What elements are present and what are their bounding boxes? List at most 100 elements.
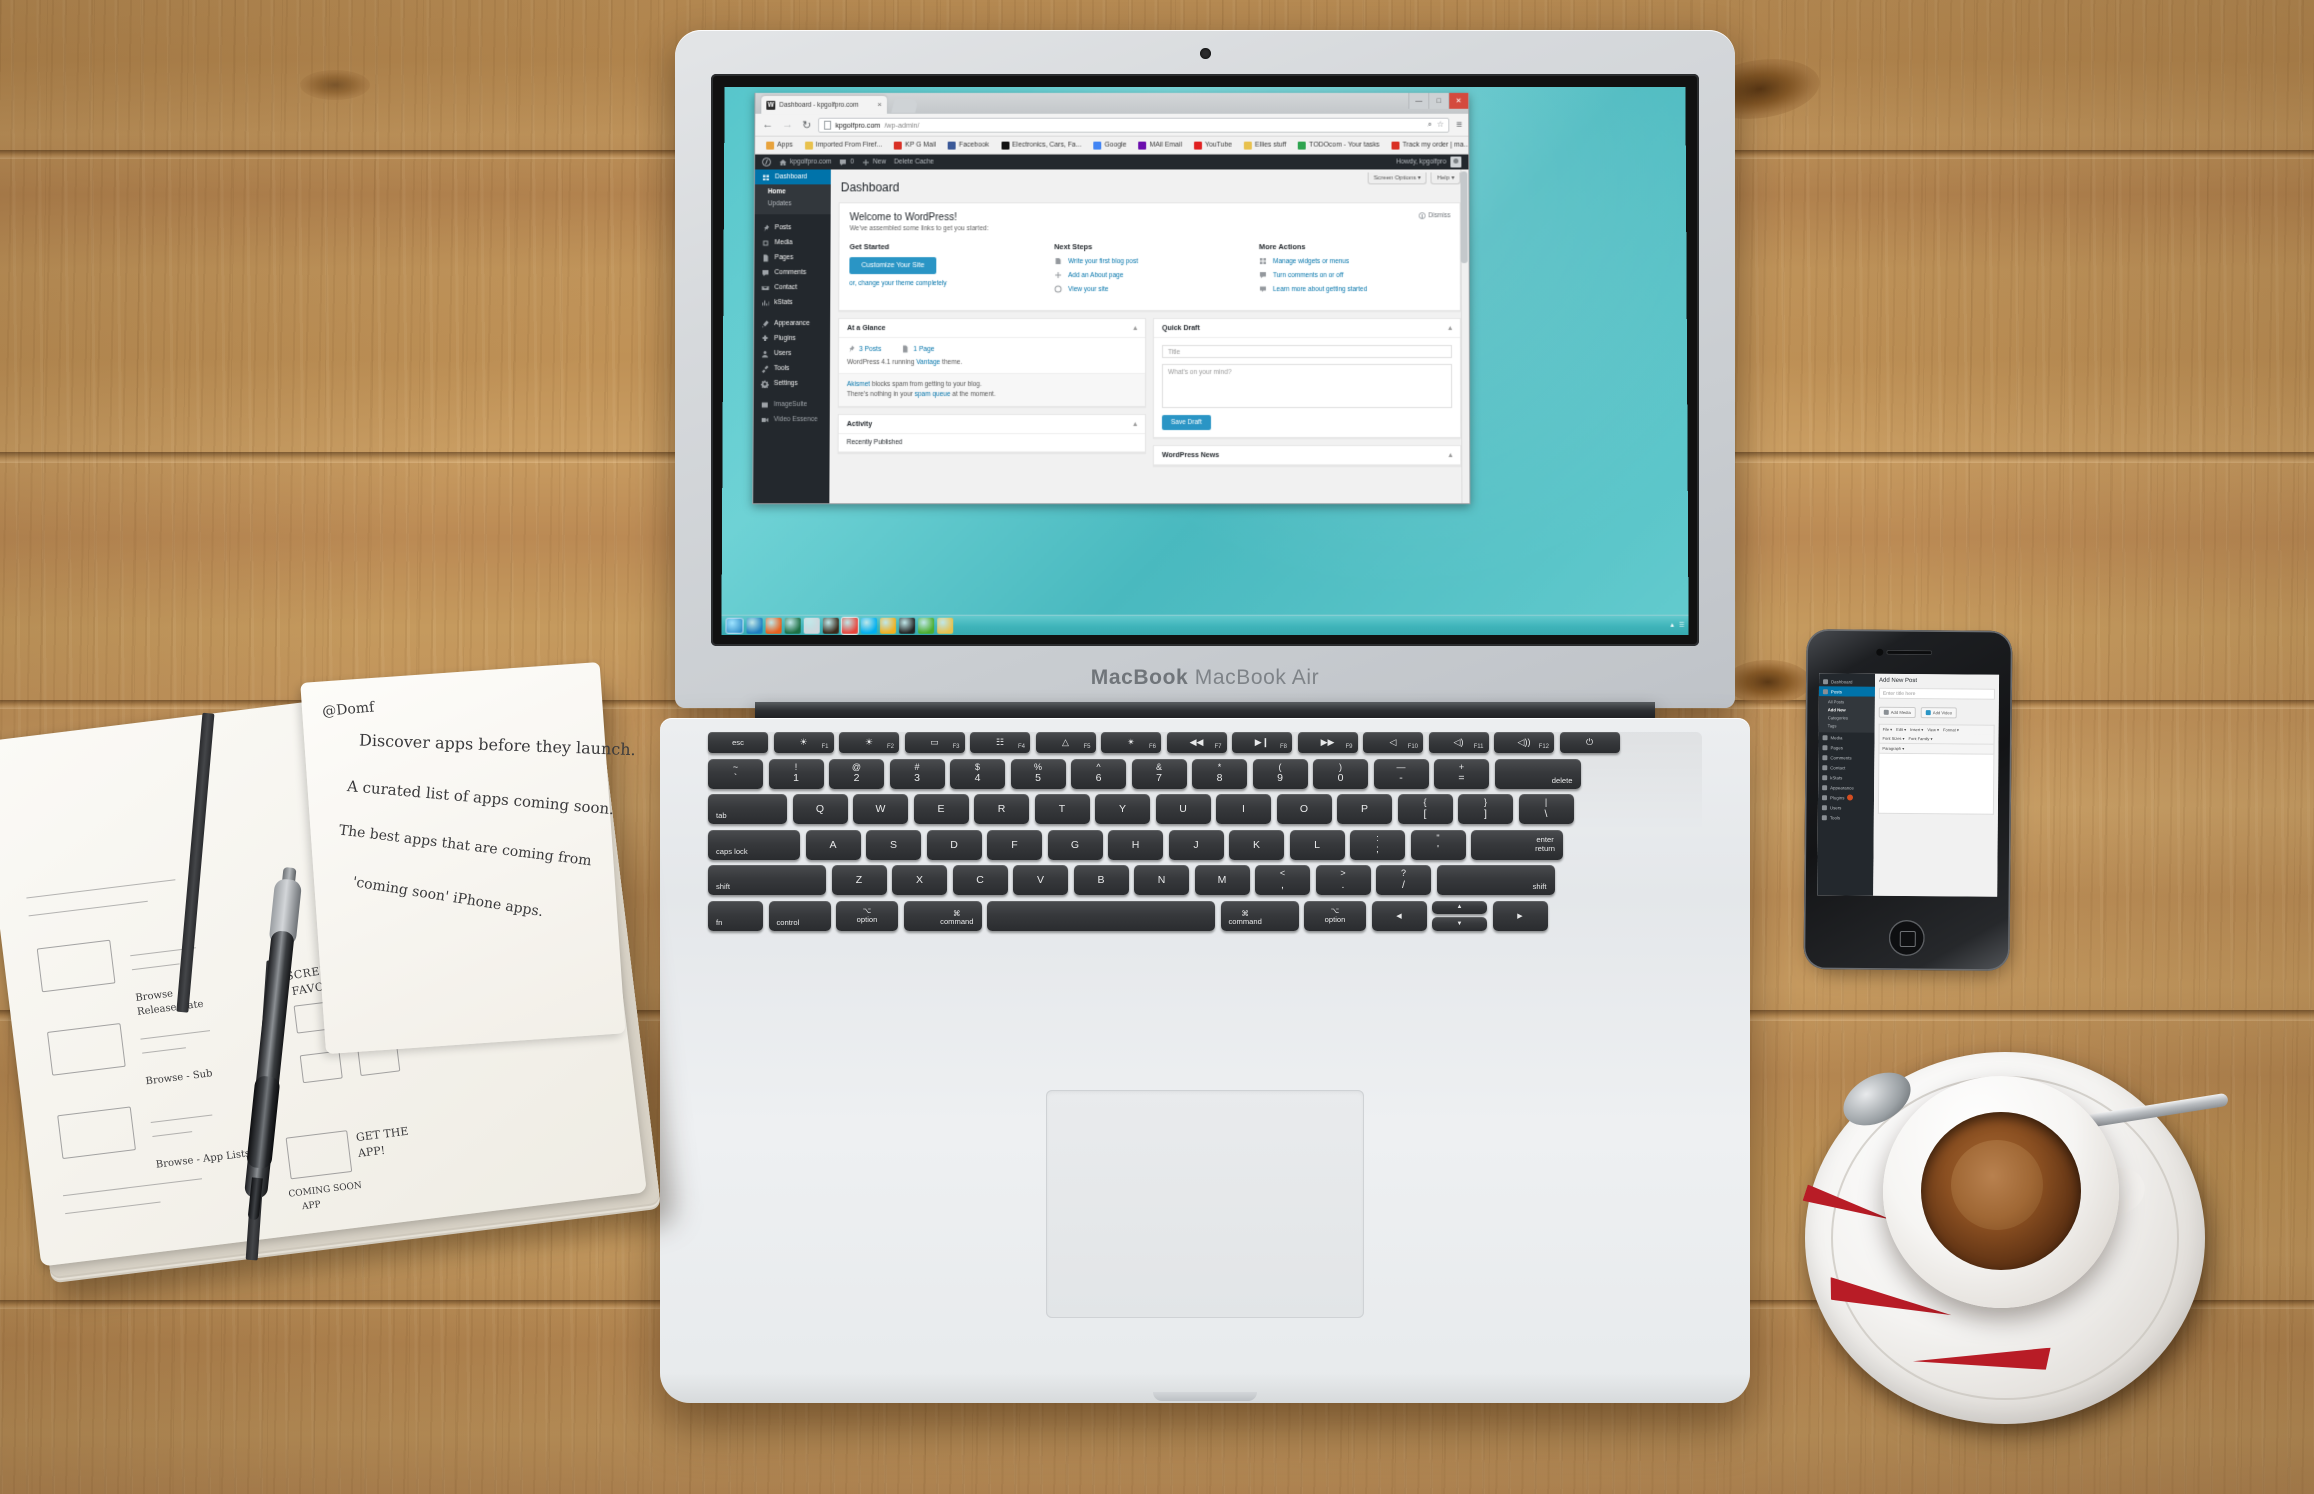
key-/[interactable]: ? / bbox=[1376, 865, 1431, 895]
key-esc[interactable]: esc bbox=[708, 732, 768, 753]
sidebar-item-users[interactable]: Users bbox=[754, 346, 830, 361]
folder-icon[interactable] bbox=[937, 617, 954, 634]
bookmark-item[interactable]: Google bbox=[1088, 141, 1133, 150]
key-arrow-right[interactable]: ▶ bbox=[1492, 900, 1548, 931]
key-M[interactable]: M bbox=[1194, 865, 1250, 895]
collapse-toggle-icon[interactable]: ▴ bbox=[1134, 324, 1138, 332]
comments-count[interactable]: 0 bbox=[839, 158, 854, 166]
bookmark-item[interactable]: Facebook bbox=[942, 141, 995, 150]
key-enter[interactable]: enter return bbox=[1471, 829, 1563, 860]
pages-count-link[interactable]: 1 Page bbox=[901, 345, 935, 353]
key-D[interactable]: D bbox=[926, 829, 982, 860]
key-4[interactable]: $4 bbox=[950, 758, 1005, 789]
reload-icon[interactable]: ↻ bbox=[802, 118, 811, 131]
key-H[interactable]: H bbox=[1108, 829, 1163, 860]
avatar[interactable] bbox=[1450, 156, 1462, 168]
sidebar-item-plugins[interactable]: Plugins bbox=[754, 331, 830, 346]
phone-menu-pages[interactable]: Pages bbox=[1818, 742, 1874, 752]
phone-menu-plugins[interactable]: Plugins bbox=[1818, 792, 1874, 802]
key-F3[interactable]: ▭ F3 bbox=[904, 732, 965, 753]
key-F9[interactable]: ▶▶ F9 bbox=[1297, 732, 1358, 753]
key-option-left[interactable]: ⌥ option bbox=[836, 900, 898, 931]
next-step-write-your-first-blog-post[interactable]: Write your first blog post bbox=[1054, 257, 1245, 265]
key-S[interactable]: S bbox=[866, 829, 921, 860]
customize-your-site-button[interactable]: Customize Your Site bbox=[849, 257, 937, 275]
key-F1[interactable]: ☀ F1 bbox=[773, 732, 834, 753]
bookmark-item[interactable]: KP G Mail bbox=[888, 141, 942, 150]
address-bar[interactable]: kpgolfpro.com /wp-admin/ ⌕ ☆ bbox=[818, 117, 1450, 133]
bird-icon[interactable] bbox=[822, 617, 839, 634]
key-F4[interactable]: ☷ F4 bbox=[970, 732, 1030, 753]
bookmark-item[interactable]: Electronics, Cars, Fa... bbox=[995, 141, 1087, 150]
home-button[interactable] bbox=[1888, 919, 1925, 957]
key-T[interactable]: T bbox=[1034, 794, 1090, 824]
network-icon[interactable]: ☰ bbox=[1679, 622, 1684, 629]
bookmark-item[interactable]: Track my order | ma... bbox=[1386, 141, 1468, 150]
key-N[interactable]: N bbox=[1134, 865, 1189, 895]
key-command-left[interactable]: ⌘ command bbox=[903, 900, 982, 931]
key-.[interactable]: >. bbox=[1315, 865, 1371, 895]
key-V[interactable]: V bbox=[1013, 865, 1068, 895]
tray-arrow-icon[interactable]: ▲ bbox=[1669, 622, 1675, 628]
editor-menu-insert[interactable]: Insert ▾ bbox=[1910, 727, 1923, 732]
editor-format-paragraph[interactable]: Paragraph ▾ bbox=[1882, 746, 1904, 751]
sidebar-item-media[interactable]: Media bbox=[755, 235, 831, 250]
editor-menu-edit[interactable]: Edit ▾ bbox=[1896, 727, 1906, 732]
key-F5[interactable]: △ F5 bbox=[1035, 732, 1096, 753]
paint-icon[interactable] bbox=[803, 617, 820, 634]
sidebar-item-video-essence[interactable]: Video Essence bbox=[754, 412, 830, 427]
admin-bar-account[interactable]: Howdy, kpgolfpro bbox=[1396, 156, 1462, 168]
utorrent-icon[interactable] bbox=[918, 617, 935, 634]
key-'[interactable]: " ' bbox=[1410, 829, 1466, 860]
sidebar-item-comments[interactable]: Comments bbox=[754, 265, 830, 280]
phone-title-input[interactable]: Enter title here bbox=[1878, 687, 1995, 700]
key-P[interactable]: P bbox=[1337, 794, 1392, 824]
key-9[interactable]: (9 bbox=[1252, 758, 1308, 789]
theme-link[interactable]: Vantage bbox=[916, 359, 940, 366]
key-5[interactable]: % 5 bbox=[1010, 758, 1066, 789]
sidebar-item-imagesuite[interactable]: ImageSuite bbox=[754, 397, 830, 412]
sidebar-item-pages[interactable]: Pages bbox=[755, 250, 831, 265]
key--[interactable]: — - bbox=[1373, 758, 1429, 789]
editor-menu-view[interactable]: View ▾ bbox=[1927, 727, 1939, 732]
key-B[interactable]: B bbox=[1073, 865, 1129, 895]
key-A[interactable]: A bbox=[805, 829, 861, 860]
key-C[interactable]: C bbox=[952, 865, 1008, 895]
key-8[interactable]: * 8 bbox=[1192, 758, 1247, 789]
key-I[interactable]: I bbox=[1216, 794, 1271, 824]
sidebar-item-settings[interactable]: Settings bbox=[754, 376, 830, 391]
key-delete[interactable]: delete bbox=[1494, 758, 1581, 789]
close-window-button[interactable]: ✕ bbox=[1448, 92, 1469, 109]
editor-menu-file[interactable]: File ▾ bbox=[1883, 727, 1893, 732]
key-F11[interactable]: ◁) F11 bbox=[1428, 732, 1489, 753]
key-arrow-up[interactable]: ▲ bbox=[1432, 900, 1487, 914]
sidebar-subitem-home[interactable]: Home bbox=[755, 186, 831, 198]
next-step-add-an-about-page[interactable]: Add an About page bbox=[1054, 271, 1245, 279]
key-shift-left[interactable]: shift bbox=[708, 865, 826, 895]
wp-logo-icon[interactable] bbox=[762, 157, 772, 167]
save-draft-button[interactable]: Save Draft bbox=[1161, 415, 1211, 431]
sidebar-item-dashboard[interactable]: Dashboard bbox=[754, 169, 831, 185]
close-tab-icon[interactable]: × bbox=[877, 100, 882, 109]
browser-tab[interactable]: Dashboard - kpgolfpro.com × bbox=[761, 95, 888, 114]
phone-menu-posts[interactable]: Posts bbox=[1818, 686, 1875, 697]
more-action-learn-more-about-getting-started[interactable]: Learn more about getting started bbox=[1259, 285, 1450, 293]
new-content-button[interactable]: New bbox=[862, 158, 886, 166]
next-step-view-your-site[interactable]: View your site bbox=[1054, 285, 1245, 293]
phone-subitem-tags[interactable]: Tags bbox=[1819, 722, 1875, 730]
phone-menu-dashboard[interactable]: Dashboard bbox=[1819, 676, 1875, 686]
phone-menu-media[interactable]: Media bbox=[1819, 732, 1875, 742]
phone-screen[interactable]: Dashboard Posts All Posts Add New Categories… bbox=[1817, 673, 2000, 897]
internet-explorer-icon[interactable] bbox=[746, 617, 763, 634]
bookmark-item[interactable]: Imported From Firef... bbox=[799, 141, 888, 150]
more-action-manage-widgets-or-menus[interactable]: Manage widgets or menus bbox=[1259, 257, 1450, 265]
bookmark-item[interactable]: MAil Email bbox=[1133, 141, 1188, 150]
sidebar-item-tools[interactable]: Tools bbox=[754, 361, 830, 376]
chrome-browser-window[interactable]: Dashboard - kpgolfpro.com × — □ ✕ ← → ↻ bbox=[752, 92, 1471, 505]
phone-menu-users[interactable]: Users bbox=[1818, 802, 1874, 812]
key-W[interactable]: W bbox=[853, 794, 908, 824]
key-Z[interactable]: Z bbox=[831, 865, 887, 895]
system-tray[interactable]: ▲ ☰ bbox=[1669, 622, 1684, 629]
forward-icon[interactable]: → bbox=[782, 119, 793, 131]
sidebar-subitem-updates[interactable]: Updates bbox=[755, 198, 831, 210]
